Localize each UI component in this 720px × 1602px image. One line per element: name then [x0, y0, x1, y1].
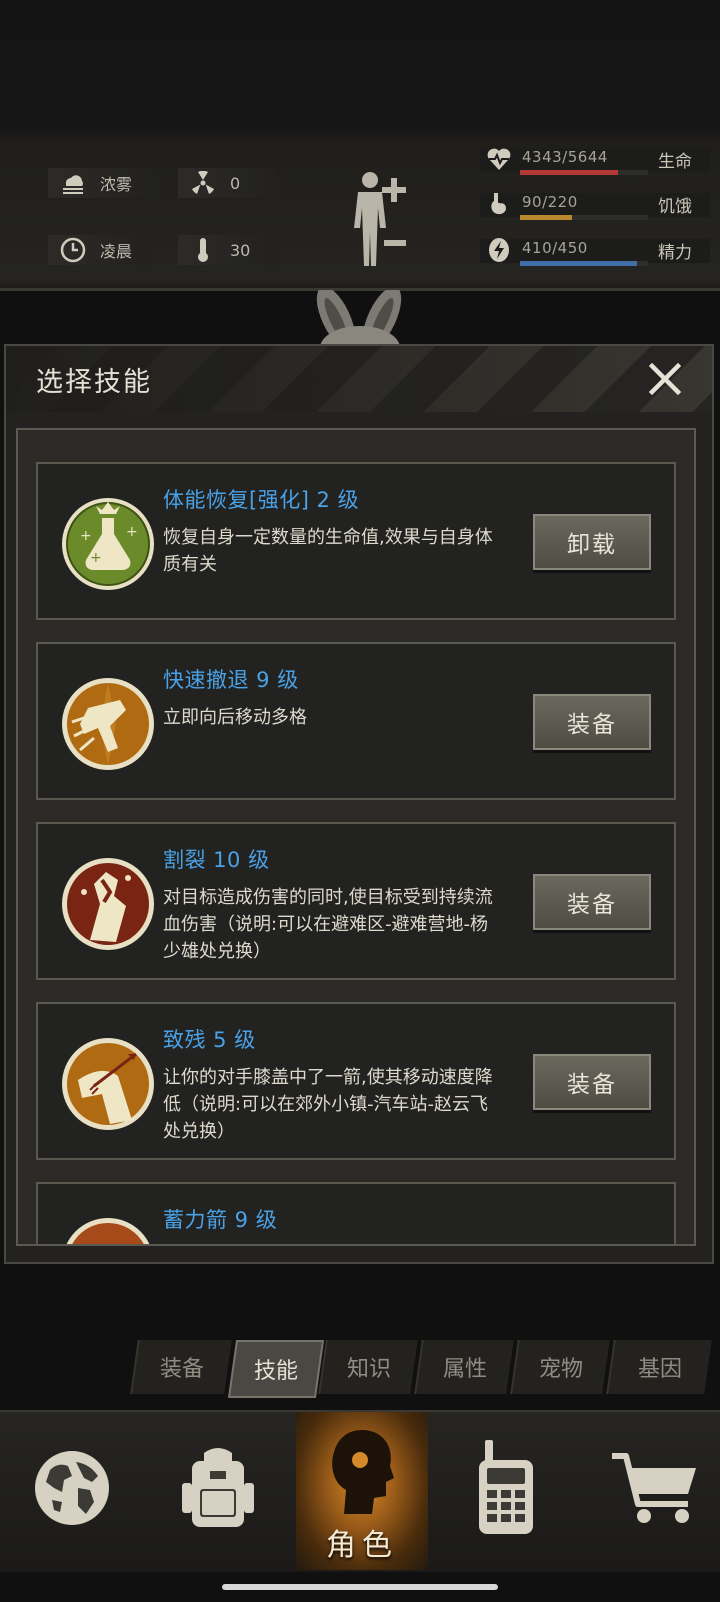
unequip-button[interactable]: 卸载 — [533, 514, 651, 570]
skill-card: + + + 体能恢复[强化] 2 级 恢复自身一定数量的生命值,效果与自身体质有… — [36, 462, 676, 620]
skill-description: 恢复自身一定数量的生命值,效果与自身体质有关 — [163, 527, 493, 575]
heart-rate-icon — [486, 146, 514, 174]
tab-skills[interactable]: 技能 — [227, 1340, 325, 1398]
hunger-label: 饥饿 — [658, 197, 692, 217]
radiation-indicator: 0 — [178, 168, 288, 198]
energy-label: 精力 — [658, 243, 692, 263]
temperature-value: 30 — [230, 240, 251, 260]
globe-icon — [35, 1451, 109, 1525]
tab-genes[interactable]: 基因 — [606, 1340, 712, 1394]
skill-name: 致残 5 级 — [163, 1028, 256, 1052]
potion-icon: + + + — [62, 498, 154, 590]
dialog-title: 选择技能 — [36, 367, 152, 398]
svg-text:+: + — [90, 550, 102, 566]
clock-icon — [60, 237, 86, 263]
tab-equipment[interactable]: 装备 — [130, 1340, 232, 1394]
skill-description: 对目标造成伤害的同时,使目标受到持续流血伤害（说明:可以在避难区-避难营地-杨少… — [163, 887, 493, 962]
skill-name: 割裂 10 级 — [163, 848, 270, 872]
stomach-icon — [486, 191, 514, 219]
temperature-indicator: 30 — [178, 235, 288, 265]
energy-value: 410/450 — [522, 239, 588, 257]
plus-icon — [382, 178, 406, 202]
cart-icon — [612, 1453, 696, 1523]
health-value: 4343/5644 — [522, 148, 608, 166]
home-indicator[interactable] — [222, 1584, 498, 1590]
hunger-value: 90/220 — [522, 193, 578, 211]
skill-card: 致残 5 级 让你的对手膝盖中了一箭,使其移动速度降低（说明:可以在郊外小镇-汽… — [36, 1002, 676, 1160]
close-icon — [648, 362, 682, 396]
tab-attributes[interactable]: 属性 — [414, 1340, 514, 1394]
retreat-icon — [62, 678, 154, 770]
nav-shop[interactable] — [594, 1418, 714, 1558]
skill-name: 体能恢复[强化] 2 级 — [163, 488, 360, 512]
equip-button[interactable]: 装备 — [533, 1054, 651, 1110]
time-label: 凌晨 — [100, 242, 133, 261]
skill-card: 蓄力箭 9 级 — [36, 1182, 676, 1244]
hunger-bar — [520, 215, 648, 220]
tab-knowledge[interactable]: 知识 — [318, 1340, 418, 1394]
health-stat: 4343/5644 生命 — [480, 146, 710, 175]
skill-card: 割裂 10 级 对目标造成伤害的同时,使目标受到持续流血伤害（说明:可以在避难区… — [36, 822, 676, 980]
walkie-talkie-icon — [479, 1440, 533, 1534]
skill-card: 快速撤退 9 级 立即向后移动多格 装备 — [36, 642, 676, 800]
minus-icon — [384, 240, 406, 246]
skill-description: 让你的对手膝盖中了一箭,使其移动速度降低（说明:可以在郊外小镇-汽车站-赵云飞处… — [163, 1067, 493, 1142]
rabbit-character-image — [316, 290, 402, 346]
energy-stat: 410/450 精力 — [480, 237, 710, 266]
skill-description: 立即向后移动多格 — [163, 707, 307, 728]
skill-name: 快速撤退 9 级 — [163, 668, 299, 692]
skill-list[interactable]: + + + 体能恢复[强化] 2 级 恢复自身一定数量的生命值,效果与自身体质有… — [16, 428, 696, 1246]
energy-icon — [486, 237, 514, 265]
cloud-icon — [60, 170, 86, 196]
thermometer-icon — [190, 237, 216, 263]
bleed-icon — [62, 858, 154, 950]
svg-text:+: + — [80, 528, 92, 544]
close-button[interactable] — [642, 356, 688, 402]
time-indicator: 凌晨 — [48, 235, 166, 265]
radiation-value: 0 — [230, 173, 241, 193]
skill-select-dialog: 选择技能 + + + 体能恢复[强化] 2 级 恢复自身一定数量的生命值,效果与… — [4, 344, 714, 1264]
charged-arrow-icon — [66, 1218, 150, 1244]
equip-button[interactable]: 装备 — [533, 874, 651, 930]
weather-label: 浓雾 — [100, 175, 133, 194]
weather-indicator: 浓雾 — [48, 168, 166, 198]
nav-character[interactable]: 角色 — [296, 1412, 428, 1570]
equip-button[interactable]: 装备 — [533, 694, 651, 750]
energy-bar — [520, 261, 648, 266]
backpack-icon — [182, 1448, 254, 1527]
nav-backpack[interactable] — [158, 1418, 278, 1558]
nav-map[interactable] — [12, 1418, 132, 1558]
nav-character-label: 角色 — [326, 1528, 398, 1563]
health-label: 生命 — [658, 152, 692, 172]
radiation-icon — [190, 170, 216, 196]
hunger-stat: 90/220 饥饿 — [480, 191, 710, 220]
tab-pets[interactable]: 宠物 — [510, 1340, 610, 1394]
nav-radio[interactable] — [446, 1418, 566, 1558]
svg-text:+: + — [126, 524, 138, 540]
character-head-icon — [332, 1430, 394, 1514]
arrow-knee-icon — [62, 1038, 154, 1130]
skill-name: 蓄力箭 9 级 — [163, 1208, 278, 1232]
health-bar — [520, 170, 648, 175]
